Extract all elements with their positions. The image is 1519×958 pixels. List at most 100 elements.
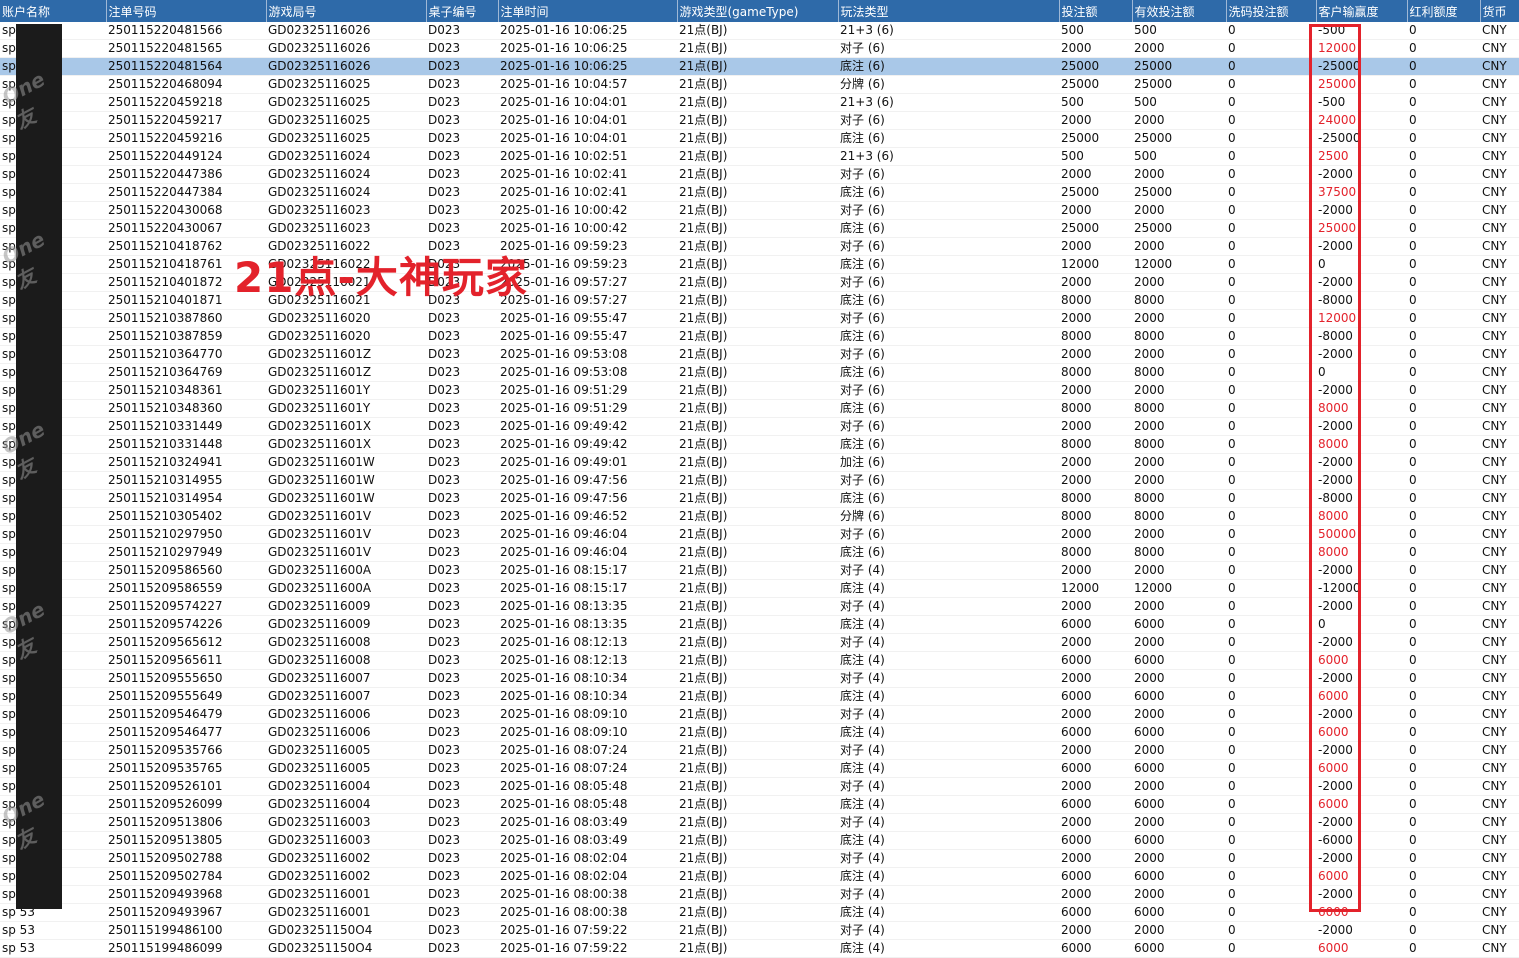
col-header-currency[interactable]: 货币 (1480, 0, 1519, 22)
bet-time-cell: 2025-01-16 10:00:42 (498, 201, 677, 220)
game-type-cell: 21点(BJ) (677, 309, 838, 328)
table-row[interactable]: sp 53250115209574227GD02325116009D023202… (0, 597, 1519, 616)
table-row[interactable]: sp 53250115209493968GD02325116001D023202… (0, 885, 1519, 904)
wash-bet-cell: 0 (1226, 633, 1316, 652)
table-row[interactable]: sp 53250115209565611GD02325116008D023202… (0, 651, 1519, 670)
table-row[interactable]: sp 53 250115209493967 GD02325116001 D023 202… (0, 903, 1519, 922)
play-type-cell: 21+3 (6) (838, 93, 1059, 112)
game-type-cell: 21点(BJ) (677, 507, 838, 526)
table-row[interactable]: sp 53250115220430067GD02325116023D023202… (0, 219, 1519, 238)
valid-bet-cell: 2000 (1132, 813, 1226, 832)
table-row[interactable]: sp 53250115209546479GD02325116006D023202… (0, 705, 1519, 724)
table-row[interactable]: sp 53250115210387860GD02325116020D023202… (0, 309, 1519, 328)
table-row[interactable]: sp 53250115210314954GD0232511601WD023202… (0, 489, 1519, 508)
table-row[interactable]: sp 53250115209535766GD02325116005D023202… (0, 741, 1519, 760)
col-header-account[interactable]: 账户名称 (0, 0, 107, 22)
col-header-valid-bet[interactable]: 有效投注额 (1132, 0, 1227, 22)
table-id-cell: D023 (426, 453, 498, 472)
table-row[interactable]: sp 53250115210401872GD02325116021D023202… (0, 273, 1519, 292)
col-header-bet-amount[interactable]: 投注额 (1059, 0, 1133, 22)
bet-time-cell: 2025-01-16 08:15:17 (498, 561, 677, 580)
table-row[interactable]: sp 53250115209565612GD02325116008D023202… (0, 633, 1519, 652)
bet-records-table: 账户名称 注单号码 游戏局号 桌子编号 注单时间 游戏类型(gameType) … (0, 0, 1519, 958)
col-header-game-type[interactable]: 游戏类型(gameType) (677, 0, 839, 22)
table-row[interactable]: sp 53250115210331448GD0232511601XD023202… (0, 435, 1519, 454)
round-id-cell: GD023251150O4 (266, 939, 426, 958)
table-row[interactable]: sp 53250115210331449GD0232511601XD023202… (0, 417, 1519, 436)
table-row[interactable]: sp 53250115220481564GD02325116026D023202… (0, 57, 1519, 76)
col-header-bet-number[interactable]: 注单号码 (106, 0, 267, 22)
col-header-round-id[interactable]: 游戏局号 (266, 0, 427, 22)
table-row[interactable]: sp 53250115210401871GD02325116021D023202… (0, 291, 1519, 310)
bet-time-cell: 2025-01-16 08:09:10 (498, 723, 677, 742)
play-type-cell: 对子 (4) (838, 885, 1059, 904)
round-id-cell: GD02325116026 (266, 57, 426, 76)
col-header-play-type[interactable]: 玩法类型 (838, 0, 1060, 22)
table-row[interactable]: sp 53 250115199486100 GD023251150O4 D023 202… (0, 921, 1519, 940)
table-row[interactable]: sp 53 250115199486099 GD023251150O4 D023 202… (0, 939, 1519, 958)
table-row[interactable]: sp 53250115210305402GD0232511601VD023202… (0, 507, 1519, 526)
table-row[interactable]: sp 53250115209555649GD02325116007D023202… (0, 687, 1519, 706)
table-row[interactable]: sp 53250115209526099GD02325116004D023202… (0, 795, 1519, 814)
table-row[interactable]: sp 53250115220449124GD02325116024D023202… (0, 147, 1519, 166)
table-row[interactable]: sp 53250115209502784GD02325116002D023202… (0, 867, 1519, 886)
table-row[interactable]: sp 53250115210348360GD0232511601YD023202… (0, 399, 1519, 418)
table-row[interactable]: sp 53250115220459217GD02325116025D023202… (0, 111, 1519, 130)
table-row[interactable]: sp 53250115209502788GD02325116002D023202… (0, 849, 1519, 868)
table-id-cell: D023 (426, 651, 498, 670)
table-row[interactable]: sp 53250115220459216GD02325116025D023202… (0, 129, 1519, 148)
play-type-cell: 对子 (4) (838, 813, 1059, 832)
table-row[interactable]: sp 53250115210297949GD0232511601VD023202… (0, 543, 1519, 562)
table-id-cell: D023 (426, 363, 498, 382)
play-type-cell: 底注 (6) (838, 399, 1059, 418)
table-row[interactable]: sp 53250115210348361GD0232511601YD023202… (0, 381, 1519, 400)
table-row[interactable]: sp 53250115210418761GD02325116022D023202… (0, 255, 1519, 274)
table-row[interactable]: sp 53250115209513805GD02325116003D023202… (0, 831, 1519, 850)
table-row[interactable]: sp 53250115220430068GD02325116023D023202… (0, 201, 1519, 220)
play-type-cell: 对子 (6) (838, 39, 1059, 58)
table-row[interactable]: sp 53250115220447386GD02325116024D023202… (0, 165, 1519, 184)
table-row[interactable]: sp 53250115220481565GD02325116026D023202… (0, 39, 1519, 58)
game-type-cell: 21点(BJ) (677, 813, 838, 832)
table-row[interactable]: sp 53250115209574226GD02325116009D023202… (0, 615, 1519, 634)
wash-bet-cell: 0 (1226, 615, 1316, 634)
table-row[interactable]: sp 53250115220459218GD02325116025D023202… (0, 93, 1519, 112)
table-row[interactable]: sp 53250115210364769GD0232511601ZD023202… (0, 363, 1519, 382)
bonus-cell: 0 (1407, 345, 1480, 364)
table-row[interactable]: sp 53250115210324941GD0232511601WD023202… (0, 453, 1519, 472)
currency-cell: CNY (1480, 903, 1519, 922)
table-row[interactable]: sp 53250115209535765GD02325116005D023202… (0, 759, 1519, 778)
table-row[interactable]: sp 53250115210297950GD0232511601VD023202… (0, 525, 1519, 544)
bet-time-cell: 2025-01-16 08:02:04 (498, 849, 677, 868)
round-id-cell: GD02325116008 (266, 651, 426, 670)
table-row[interactable]: sp 53250115210364770GD0232511601ZD023202… (0, 345, 1519, 364)
valid-bet-cell: 6000 (1132, 795, 1226, 814)
table-row[interactable]: sp 53250115210387859GD02325116020D023202… (0, 327, 1519, 346)
bet-number-cell: 250115220449124 (106, 147, 266, 166)
col-header-wash-bet[interactable]: 洗码投注额 (1226, 0, 1317, 22)
table-row[interactable]: sp 53250115209555650GD02325116007D023202… (0, 669, 1519, 688)
table-row[interactable]: sp 53250115210418762GD02325116022D023202… (0, 237, 1519, 256)
col-header-bonus[interactable]: 红利额度 (1407, 0, 1481, 22)
bonus-cell: 0 (1407, 183, 1480, 202)
table-row[interactable]: sp 53250115210314955GD0232511601WD023202… (0, 471, 1519, 490)
table-row[interactable]: sp 53250115209586559GD0232511600AD023202… (0, 579, 1519, 598)
bet-number-cell: 250115220447384 (106, 183, 266, 202)
table-row[interactable]: sp 53250115220447384GD02325116024D023202… (0, 183, 1519, 202)
col-header-win-loss[interactable]: 客户输赢度 (1316, 0, 1408, 22)
col-header-table-id[interactable]: 桌子编号 (426, 0, 499, 22)
play-type-cell: 对子 (6) (838, 471, 1059, 490)
bet-time-cell: 2025-01-16 08:13:35 (498, 597, 677, 616)
bonus-cell: 0 (1407, 435, 1480, 454)
bet-amount-cell: 6000 (1059, 795, 1132, 814)
bet-amount-cell: 2000 (1059, 237, 1132, 256)
wash-bet-cell: 0 (1226, 795, 1316, 814)
table-row[interactable]: sp 53250115209546477GD02325116006D023202… (0, 723, 1519, 742)
table-row[interactable]: sp 53250115209513806GD02325116003D023202… (0, 813, 1519, 832)
bet-amount-cell: 2000 (1059, 633, 1132, 652)
table-row[interactable]: sp 53250115209586560GD0232511600AD023202… (0, 561, 1519, 580)
col-header-bet-time[interactable]: 注单时间 (498, 0, 678, 22)
table-row[interactable]: sp 53250115220481566GD02325116026D023202… (0, 22, 1519, 40)
table-row[interactable]: sp 53250115209526101GD02325116004D023202… (0, 777, 1519, 796)
table-row[interactable]: sp 53250115220468094GD02325116025D023202… (0, 75, 1519, 94)
